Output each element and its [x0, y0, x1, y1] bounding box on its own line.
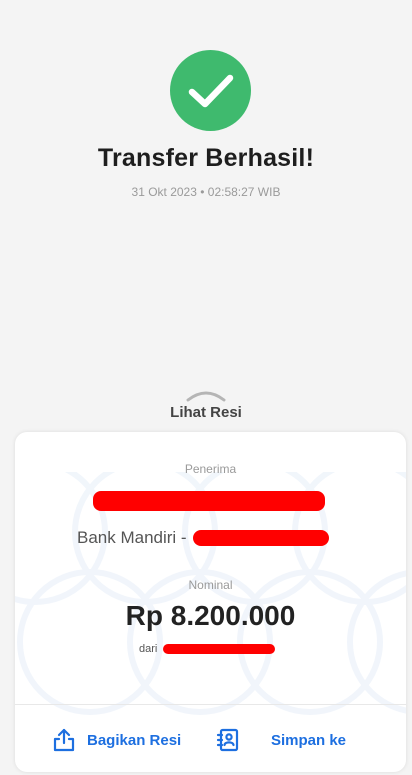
share-receipt-label: Bagikan Resi [87, 731, 182, 749]
view-receipt-toggle[interactable]: Lihat Resi [146, 388, 266, 424]
chevron-up-icon [186, 391, 226, 402]
sender-row: dari [139, 642, 276, 656]
page-title: Transfer Berhasil! [97, 144, 315, 172]
transfer-timestamp: 31 Okt 2023 • 02:58:27 WIB [131, 185, 281, 199]
amount-label: Nominal [188, 578, 233, 592]
account-number-redacted [192, 530, 329, 546]
sender-account-redacted [163, 644, 276, 654]
save-to-label: Simpan ke [271, 731, 347, 749]
success-check-badge [170, 50, 251, 131]
recipient-bank: Bank Mandiri - [77, 528, 187, 547]
contact-book-icon [216, 728, 239, 752]
receipt-card: Penerima Bank Mandiri - Nominal Rp 8.200… [15, 432, 406, 772]
recipient-label: Penerima [184, 462, 237, 476]
view-receipt-label: Lihat Resi [170, 404, 242, 421]
recipient-name-redacted [93, 491, 325, 511]
recipient-bank-row: Bank Mandiri - [77, 527, 329, 549]
check-icon [188, 74, 233, 107]
sender-prefix: dari [139, 643, 158, 655]
transfer-success-screen: Transfer Berhasil! 31 Okt 2023 • 02:58:2… [0, 0, 412, 775]
save-to-button[interactable]: Simpan ke [215, 727, 346, 753]
receipt-details: Penerima Bank Mandiri - Nominal Rp 8.200… [15, 432, 406, 704]
share-receipt-button[interactable]: Bagikan Resi [51, 727, 181, 753]
transfer-amount: Rp 8.200.000 [125, 600, 296, 631]
share-icon [53, 728, 75, 752]
receipt-actions: Bagikan Resi Simpan ke [15, 705, 406, 772]
